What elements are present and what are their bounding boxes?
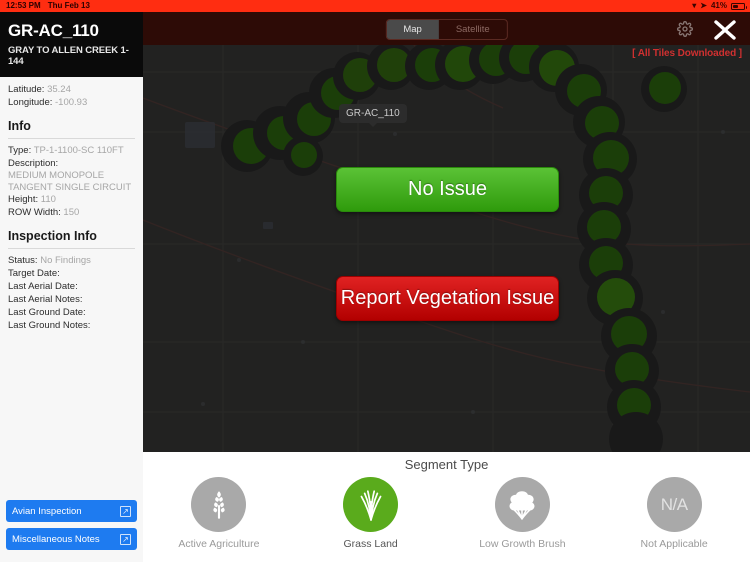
bush-icon [494, 477, 550, 532]
close-icon[interactable] [710, 18, 740, 42]
inspection-divider [8, 248, 135, 249]
status-row: Status: No Findings [8, 254, 135, 267]
avian-inspection-label: Avian Inspection [12, 505, 82, 517]
na-text-icon: N/A [646, 477, 702, 532]
last-ground-notes-row: Last Ground Notes: [8, 319, 135, 332]
segment-option-active-agriculture[interactable]: Active Agriculture [143, 477, 295, 550]
description-label: Description: [8, 158, 59, 169]
gear-icon[interactable] [677, 21, 693, 37]
target-date-row: Target Date: [8, 267, 135, 280]
tiles-downloaded-badge: [ All Tiles Downloaded ] [632, 48, 742, 59]
external-link-icon: ↗ [120, 533, 131, 545]
na-glyph: N/A [660, 494, 688, 514]
target-date-label: Target Date: [8, 268, 60, 279]
tab-satellite[interactable]: Satellite [439, 20, 507, 39]
height-label: Height: [8, 194, 39, 205]
miscellaneous-notes-label: Miscellaneous Notes [12, 533, 100, 545]
longitude-row: Longitude: -100.93 [8, 96, 135, 109]
status-value: No Findings [40, 255, 91, 266]
structure-id: GR-AC_110 [8, 21, 99, 40]
status-time: 12:53 PM [6, 1, 41, 10]
segment-label-grass-land: Grass Land [343, 538, 398, 550]
sidebar-body: Latitude: 35.24 Longitude: -100.93 Info … [0, 77, 143, 332]
type-row: Type: TP-1-1100-SC 110FT [8, 144, 135, 157]
tab-map[interactable]: Map [386, 20, 439, 39]
longitude-value: -100.93 [55, 97, 88, 108]
status-label: Status: [8, 255, 38, 266]
description-row: Description: MEDIUM MONOPOLE TANGENT SIN… [8, 157, 135, 193]
segment-label-low-growth-brush: Low Growth Brush [479, 538, 566, 550]
structure-details-sidebar: GR-AC_110 GRAY TO ALLEN CREEK 1-144 Lati… [0, 12, 143, 562]
status-date: Thu Feb 13 [47, 1, 90, 10]
last-ground-date-label: Last Ground Date: [8, 307, 86, 318]
row-width-label: ROW Width: [8, 207, 61, 218]
map-view[interactable]: [ All Tiles Downloaded ] GR-AC_110 No Is… [143, 12, 750, 452]
sidebar-header: GR-AC_110 GRAY TO ALLEN CREEK 1-144 [0, 12, 143, 77]
last-aerial-notes-row: Last Aerial Notes: [8, 293, 135, 306]
no-issue-button[interactable]: No Issue [336, 167, 559, 212]
type-value: TP-1-1100-SC 110FT [33, 145, 124, 156]
last-ground-notes-label: Last Ground Notes: [8, 320, 91, 331]
map-structure-callout[interactable]: GR-AC_110 [339, 104, 407, 127]
info-divider [8, 138, 135, 139]
wifi-icon: ▾ [692, 1, 697, 10]
segment-type-title: Segment Type [404, 457, 489, 472]
height-value: 110 [40, 194, 56, 205]
last-aerial-notes-label: Last Aerial Notes: [8, 294, 83, 305]
wheat-icon [191, 477, 247, 532]
status-bar-left: 12:53 PM Thu Feb 13 [0, 0, 90, 12]
external-link-icon: ↗ [120, 505, 131, 517]
status-bar: 12:53 PM Thu Feb 13 ▾ ➤ 41% [0, 0, 750, 12]
segment-type-panel: Segment Type Active Agriculture Grass La… [143, 452, 750, 562]
map-type-segmented-control[interactable]: Map Satellite [385, 19, 508, 40]
latitude-value: 35.24 [47, 84, 71, 95]
battery-icon [731, 2, 747, 10]
app-root: 12:53 PM Thu Feb 13 ▾ ➤ 41% [All Tiles … [0, 0, 750, 562]
row-width-value: 150 [63, 207, 80, 218]
battery-percent: 41% [710, 1, 727, 10]
latitude-label: Latitude: [8, 84, 45, 95]
line-name: GRAY TO ALLEN CREEK 1-144 [8, 45, 129, 67]
description-value: MEDIUM MONOPOLE TANGENT SINGLE CIRCUIT [8, 170, 132, 193]
latitude-row: Latitude: 35.24 [8, 83, 135, 96]
type-label: Type: [8, 145, 32, 156]
last-ground-date-row: Last Ground Date: [8, 306, 135, 319]
segment-type-options: Active Agriculture Grass Land Low Growth… [143, 477, 750, 550]
last-aerial-date-row: Last Aerial Date: [8, 280, 135, 293]
row-width-row: ROW Width: 150 [8, 206, 135, 219]
segment-label-not-applicable: Not Applicable [640, 538, 708, 550]
avian-inspection-button[interactable]: Avian Inspection ↗ [6, 500, 137, 522]
segment-option-not-applicable[interactable]: N/A Not Applicable [598, 477, 750, 550]
report-vegetation-issue-button[interactable]: Report Vegetation Issue [336, 276, 559, 321]
segment-option-grass-land[interactable]: Grass Land [295, 477, 447, 550]
height-row: Height: 110 [8, 193, 135, 206]
longitude-label: Longitude: [8, 97, 53, 108]
inspection-info-heading: Inspection Info [8, 229, 97, 243]
segment-label-active-agriculture: Active Agriculture [178, 538, 260, 550]
info-heading: Info [8, 119, 31, 133]
location-arrow-icon: ➤ [700, 1, 707, 10]
map-toolbar: Map Satellite [143, 12, 750, 45]
last-aerial-date-label: Last Aerial Date: [8, 281, 78, 292]
grass-icon [343, 477, 399, 532]
miscellaneous-notes-button[interactable]: Miscellaneous Notes ↗ [6, 528, 137, 550]
sidebar-actions: Avian Inspection ↗ Miscellaneous Notes ↗ [0, 500, 143, 556]
segment-option-low-growth-brush[interactable]: Low Growth Brush [447, 477, 599, 550]
status-bar-right: ▾ ➤ 41% [692, 0, 750, 12]
